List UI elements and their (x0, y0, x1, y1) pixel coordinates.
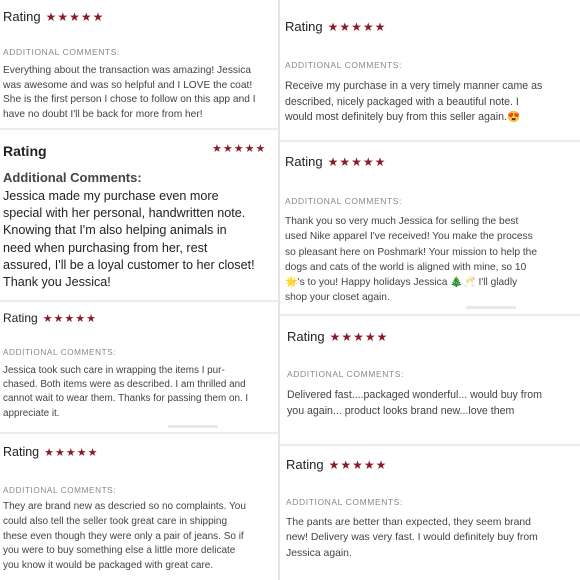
star-rating-icon: ★★★★★ (328, 457, 388, 472)
review-text: They are brand new as descried so no com… (3, 501, 246, 572)
rating-label: Rating (285, 19, 323, 34)
rating-row: Rating ★★★★★ (3, 445, 98, 459)
rating-row: Rating ★★★★★ (3, 9, 104, 24)
star-rating-icon: ★★★★★ (44, 446, 99, 459)
rating-row: Rating ★★★★★ (285, 154, 386, 169)
rating-row: Rating ★★★★★ (286, 457, 387, 472)
rating-label: Rating (3, 143, 47, 159)
rating-label: Rating (285, 154, 323, 169)
rating-row: Rating ★★★★★ (3, 311, 97, 325)
comments-heading: ADDITIONAL COMMENTS: (286, 497, 403, 507)
comments-heading: ADDITIONAL COMMENTS: (3, 348, 117, 357)
rating-label: Rating (287, 329, 325, 344)
star-rating-icon: ★★★★★ (42, 312, 97, 325)
review-card: Rating ★★★★★ ADDITIONAL COMMENTS: Everyt… (0, 0, 278, 128)
rating-label: Rating (286, 457, 324, 472)
comments-heading: ADDITIONAL COMMENTS: (285, 60, 402, 70)
scroll-indicator (466, 306, 516, 309)
rating-row: Rating ★★★★★ (287, 329, 388, 344)
review-text: Receive my purchase in a very timely man… (285, 80, 543, 123)
star-rating-icon: ★★★★★ (327, 154, 387, 169)
rating-label: Rating (3, 9, 41, 24)
star-rating-icon: ★★★★★ (329, 329, 389, 344)
star-rating-icon: ★★★★★ (212, 143, 267, 155)
review-text: Jessica made my purchase even more specia… (3, 189, 255, 290)
comments-heading: ADDITIONAL COMMENTS: (3, 47, 120, 57)
review-text: Thank you so very much Jessica for selli… (285, 216, 538, 304)
star-rating-icon: ★★★★★ (327, 19, 387, 34)
review-card: Rating ★★★★★ Additional Comments: Jessic… (0, 130, 278, 300)
comments-heading: ADDITIONAL COMMENTS: (3, 486, 117, 495)
review-card: Rating ★★★★★ ADDITIONAL COMMENTS: Delive… (280, 316, 580, 444)
comments-heading: Additional Comments: (3, 170, 142, 185)
comments-heading: ADDITIONAL COMMENTS: (287, 369, 404, 379)
rating-label: Rating (3, 311, 38, 325)
rating-row: Rating ★★★★★ (285, 19, 386, 34)
review-card: Rating ★★★★★ ADDITIONAL COMMENTS: Thank … (280, 142, 580, 314)
review-text: Delivered fast....packaged wonderful... … (287, 389, 542, 417)
comments-heading: ADDITIONAL COMMENTS: (285, 196, 402, 206)
scroll-indicator (168, 425, 218, 428)
review-card: Rating ★★★★★ ADDITIONAL COMMENTS: The pa… (280, 446, 580, 580)
review-text: Jessica took such care in wrapping the i… (3, 365, 249, 419)
review-card: Rating ★★★★★ ADDITIONAL COMMENTS: Receiv… (280, 0, 580, 140)
star-rating-icon: ★★★★★ (45, 9, 105, 24)
review-card: Rating ★★★★★ ADDITIONAL COMMENTS: They a… (0, 434, 278, 580)
rating-label: Rating (3, 445, 40, 459)
review-text: Everything about the transaction was ama… (3, 65, 256, 120)
review-card: Rating ★★★★★ ADDITIONAL COMMENTS: Jessic… (0, 302, 278, 432)
review-text: The pants are better than expected, they… (286, 517, 538, 559)
